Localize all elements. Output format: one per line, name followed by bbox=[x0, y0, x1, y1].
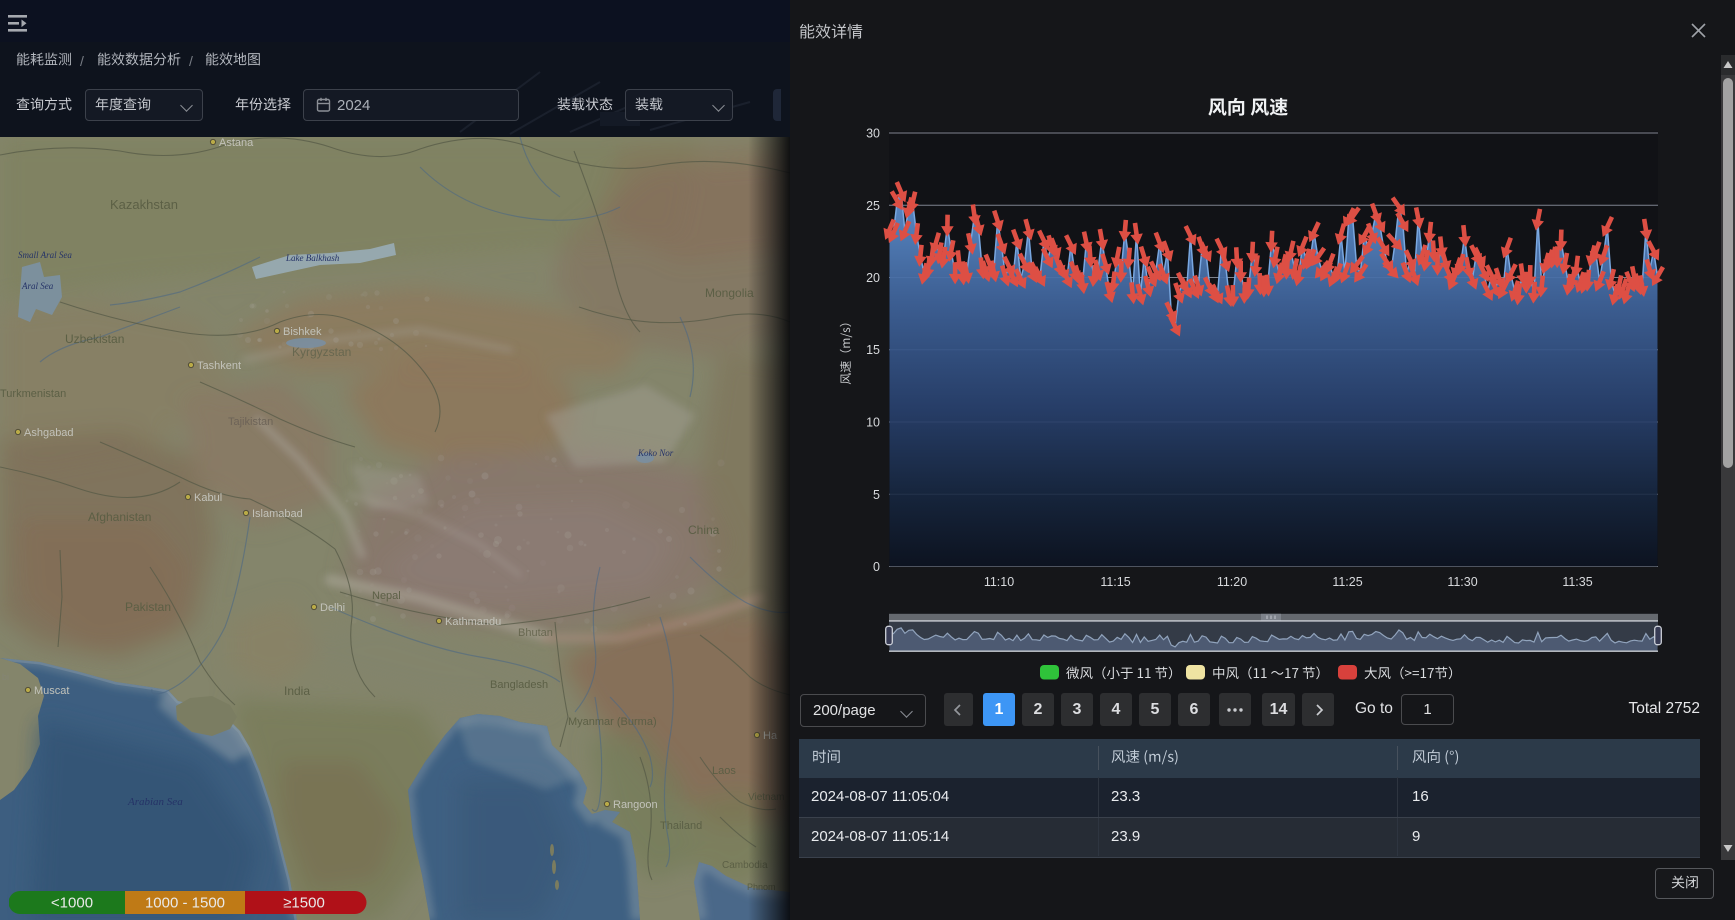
svg-text:11:10: 11:10 bbox=[984, 575, 1014, 589]
svg-text:≥1500: ≥1500 bbox=[283, 895, 325, 912]
svg-text:30: 30 bbox=[866, 127, 880, 141]
svg-text:11:30: 11:30 bbox=[1447, 575, 1477, 589]
svg-text:20: 20 bbox=[866, 271, 880, 285]
svg-text:<1000: <1000 bbox=[51, 895, 93, 912]
svg-text:11:15: 11:15 bbox=[1100, 575, 1130, 589]
svg-text:10: 10 bbox=[866, 416, 880, 430]
svg-text:25: 25 bbox=[866, 199, 880, 213]
svg-text:1000 - 1500: 1000 - 1500 bbox=[145, 895, 225, 912]
svg-text:11:25: 11:25 bbox=[1332, 575, 1362, 589]
svg-text:15: 15 bbox=[866, 343, 880, 357]
svg-text:5: 5 bbox=[873, 488, 880, 502]
svg-text:11:20: 11:20 bbox=[1217, 575, 1247, 589]
svg-text:0: 0 bbox=[873, 560, 880, 574]
svg-text:11:35: 11:35 bbox=[1562, 575, 1592, 589]
